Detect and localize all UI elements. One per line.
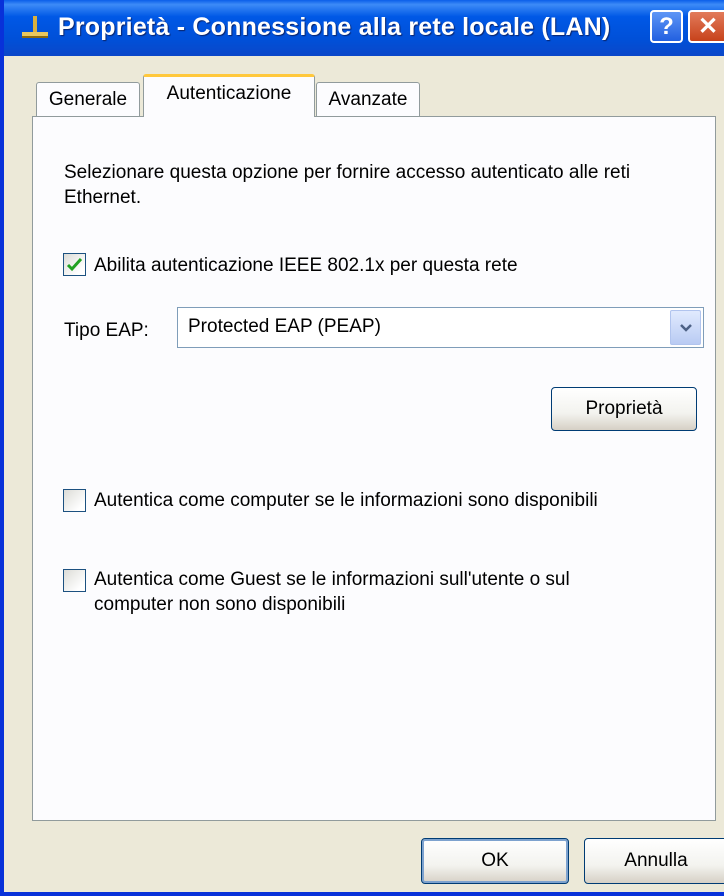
cancel-button[interactable]: Annulla <box>584 838 724 884</box>
eap-properties-button[interactable]: Proprietà <box>551 387 697 431</box>
auth-as-computer-label[interactable]: Autentica come computer se le informazio… <box>94 488 694 513</box>
tab-generale[interactable]: Generale <box>36 82 140 116</box>
auth-as-guest-checkbox[interactable] <box>63 569 86 592</box>
title-bar[interactable]: Proprietà - Connessione alla rete locale… <box>4 0 724 56</box>
properties-dialog: Proprietà - Connessione alla rete locale… <box>0 0 724 896</box>
ok-button[interactable]: OK <box>421 838 569 884</box>
auth-as-computer-checkbox[interactable] <box>63 489 86 512</box>
eap-type-select[interactable]: Protected EAP (PEAP) <box>177 307 704 348</box>
checkmark-icon <box>66 257 83 272</box>
tab-autenticazione[interactable]: Autenticazione <box>143 74 315 117</box>
eap-type-label: Tipo EAP: <box>64 320 149 341</box>
close-icon: ✕ <box>697 13 719 40</box>
window-title: Proprietà - Connessione alla rete locale… <box>58 13 611 41</box>
dropdown-button[interactable] <box>670 310 701 345</box>
tab-avanzate[interactable]: Avanzate <box>316 82 420 116</box>
enable-8021x-checkbox[interactable] <box>63 253 86 276</box>
auth-as-guest-label[interactable]: Autentica come Guest se le informazioni … <box>94 567 654 617</box>
help-icon: ? <box>659 12 674 40</box>
help-button[interactable]: ? <box>650 10 683 43</box>
auth-description: Selezionare questa opzione per fornire a… <box>64 162 631 208</box>
tab-panel-autenticazione <box>32 116 716 821</box>
close-button[interactable]: ✕ <box>688 10 724 43</box>
eap-type-value: Protected EAP (PEAP) <box>188 316 381 337</box>
chevron-down-icon <box>679 323 692 332</box>
network-connection-icon <box>22 16 48 38</box>
enable-8021x-label[interactable]: Abilita autenticazione IEEE 802.1x per q… <box>94 253 518 278</box>
